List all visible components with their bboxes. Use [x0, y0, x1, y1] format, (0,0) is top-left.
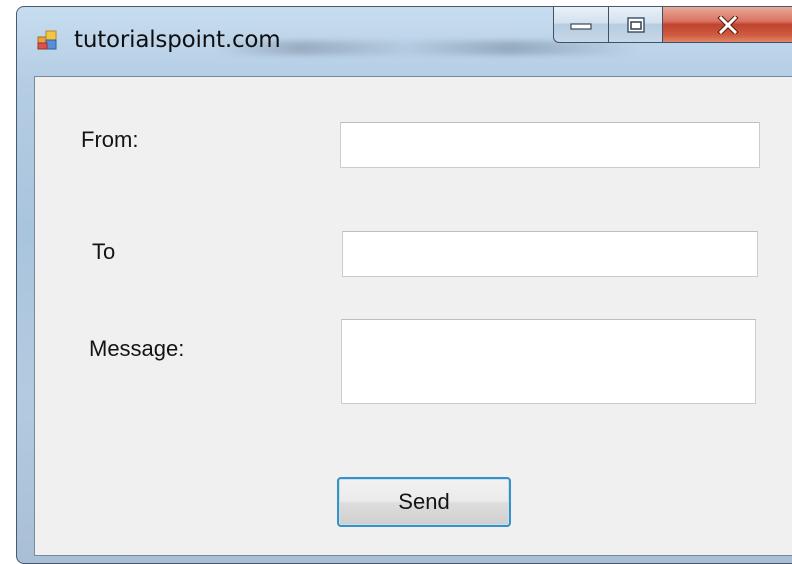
from-label: From:	[81, 127, 139, 152]
to-field[interactable]	[342, 231, 758, 277]
minimize-button[interactable]	[553, 7, 609, 43]
app-window: tutorialspoint.com From: To Message: Sen…	[16, 6, 792, 564]
caption-buttons	[553, 7, 792, 47]
close-button[interactable]	[663, 7, 792, 43]
to-label: To	[92, 239, 116, 264]
maximize-icon	[626, 16, 645, 33]
message-label: Message:	[89, 336, 185, 361]
title-bar[interactable]: tutorialspoint.com	[17, 7, 792, 77]
message-field[interactable]	[341, 319, 756, 404]
from-field[interactable]	[340, 122, 760, 168]
maximize-button[interactable]	[609, 7, 663, 43]
minimize-icon	[570, 19, 592, 31]
close-icon	[716, 15, 739, 34]
window-title: tutorialspoint.com	[74, 27, 281, 53]
app-form-icon[interactable]	[36, 29, 58, 51]
form-client-area: From: To Message: Send	[34, 76, 792, 556]
screenshot-frame: tutorialspoint.com From: To Message: Sen…	[0, 0, 792, 564]
send-button[interactable]: Send	[337, 477, 511, 527]
